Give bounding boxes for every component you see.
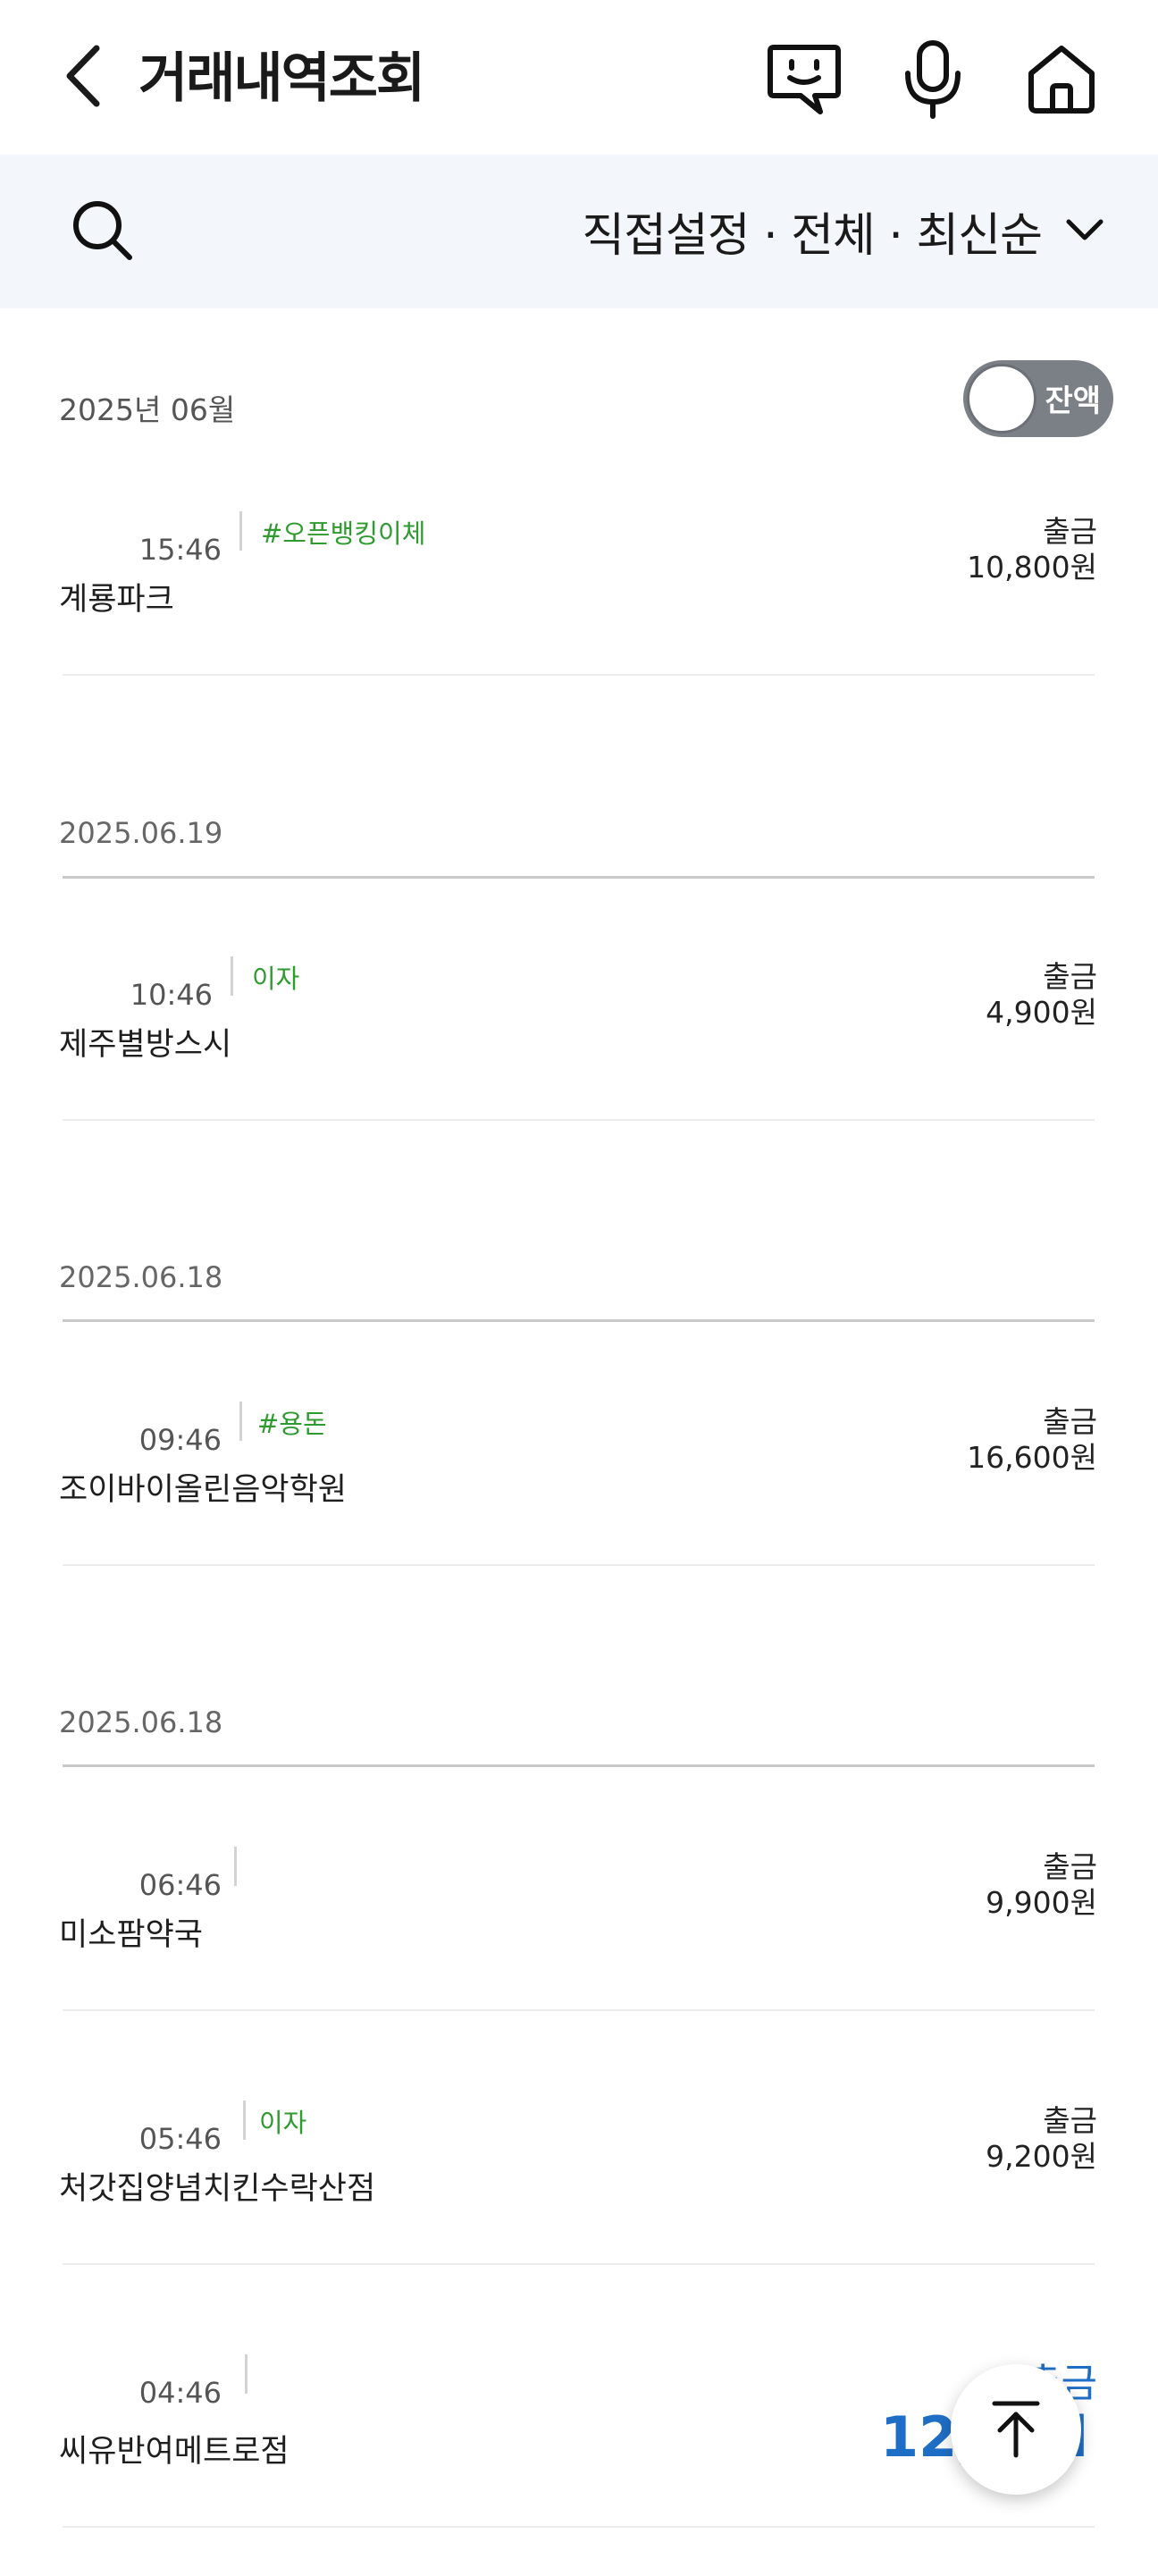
transaction-amount: 4,900원 [986, 995, 1097, 1030]
transaction-tag: 이자 [259, 2108, 307, 2138]
microphone-icon [905, 40, 961, 119]
date-header: 2025.06.18 [59, 1260, 223, 1294]
transaction-time: 10:46 [130, 978, 213, 1012]
transaction-time: 15:46 [138, 533, 222, 567]
chatbot-button[interactable] [761, 36, 847, 122]
toggle-knob [967, 364, 1036, 434]
divider [63, 2263, 1095, 2265]
scroll-to-top-button[interactable] [951, 2364, 1081, 2495]
balance-toggle-label: 잔액 [1045, 383, 1101, 419]
transaction-name: 조이바이올린음악학원 [59, 1472, 348, 1508]
transaction-tag: #용돈 [257, 1409, 327, 1439]
separator [231, 956, 233, 996]
home-button[interactable] [1019, 36, 1104, 122]
month-label: 2025년 06월 [59, 392, 236, 427]
separator [243, 2100, 246, 2140]
filter-dropdown[interactable]: 직접설정 · 전체 · 최신순 [582, 190, 1104, 271]
back-icon [66, 45, 100, 107]
search-button[interactable] [63, 190, 143, 271]
transaction-name: 처갓집양념치킨수락산점 [59, 2171, 376, 2207]
transaction-name: 씨유반여메트로점 [59, 2434, 290, 2470]
transaction-item[interactable]: 09:46 #용돈 출금 16,600원 조이바이올린음악학원 [0, 1380, 1158, 1634]
separator [239, 1402, 242, 1441]
divider [63, 674, 1095, 676]
divider [63, 2526, 1095, 2528]
date-divider [63, 1319, 1095, 1322]
home-icon [1028, 46, 1095, 114]
date-divider [63, 876, 1095, 879]
separator [234, 1847, 237, 1886]
transaction-time: 09:46 [138, 1423, 222, 1457]
transaction-name: 미소팜약국 [59, 1917, 204, 1953]
transaction-name: 제주별방스시 [59, 1027, 232, 1063]
transaction-item[interactable]: 05:46 이자 출금 9,200원 처갓집양념치킨수락산점 [0, 2079, 1158, 2333]
voice-button[interactable] [890, 36, 976, 122]
transaction-time: 04:46 [138, 2376, 222, 2410]
divider [63, 1564, 1095, 1566]
chevron-down-icon [1066, 219, 1103, 240]
date-divider [63, 1764, 1095, 1767]
search-icon [73, 201, 132, 260]
transaction-time: 05:46 [138, 2122, 222, 2156]
filter-summary: 직접설정 · 전체 · 최신순 [582, 208, 1043, 263]
balance-toggle[interactable]: 잔액 [963, 360, 1113, 437]
arrow-up-icon [992, 2401, 1040, 2458]
chatbot-icon [768, 45, 841, 114]
divider [63, 1119, 1095, 1121]
transaction-amount: 10,800원 [967, 550, 1097, 585]
transaction-tag: 이자 [252, 964, 300, 994]
transaction-name: 계룡파크 [59, 582, 174, 618]
date-header: 2025.06.19 [59, 816, 223, 850]
date-header: 2025.06.18 [59, 1705, 223, 1739]
transaction-item[interactable]: 10:46 이자 출금 4,900원 제주별방스시 [0, 935, 1158, 1189]
transaction-amount: 9,900원 [986, 1885, 1097, 1920]
app-header: 거래내역조회 [0, 0, 1158, 155]
transaction-amount: 16,600원 [967, 1440, 1097, 1475]
transaction-item[interactable]: 15:46 #오픈뱅킹이체 출금 10,800원 계룡파크 [0, 490, 1158, 744]
separator [239, 511, 242, 551]
transaction-item[interactable]: 06:46 출금 9,900원 미소팜약국 [0, 1825, 1158, 2079]
page-title: 거래내역조회 [138, 47, 425, 110]
transaction-tag: #오픈뱅킹이체 [261, 518, 426, 549]
divider [63, 2009, 1095, 2011]
transaction-time: 06:46 [138, 1868, 222, 1902]
filter-bar: 직접설정 · 전체 · 최신순 [0, 155, 1158, 308]
separator [245, 2354, 248, 2394]
transaction-amount: 9,200원 [986, 2139, 1097, 2174]
back-button[interactable] [52, 40, 114, 112]
